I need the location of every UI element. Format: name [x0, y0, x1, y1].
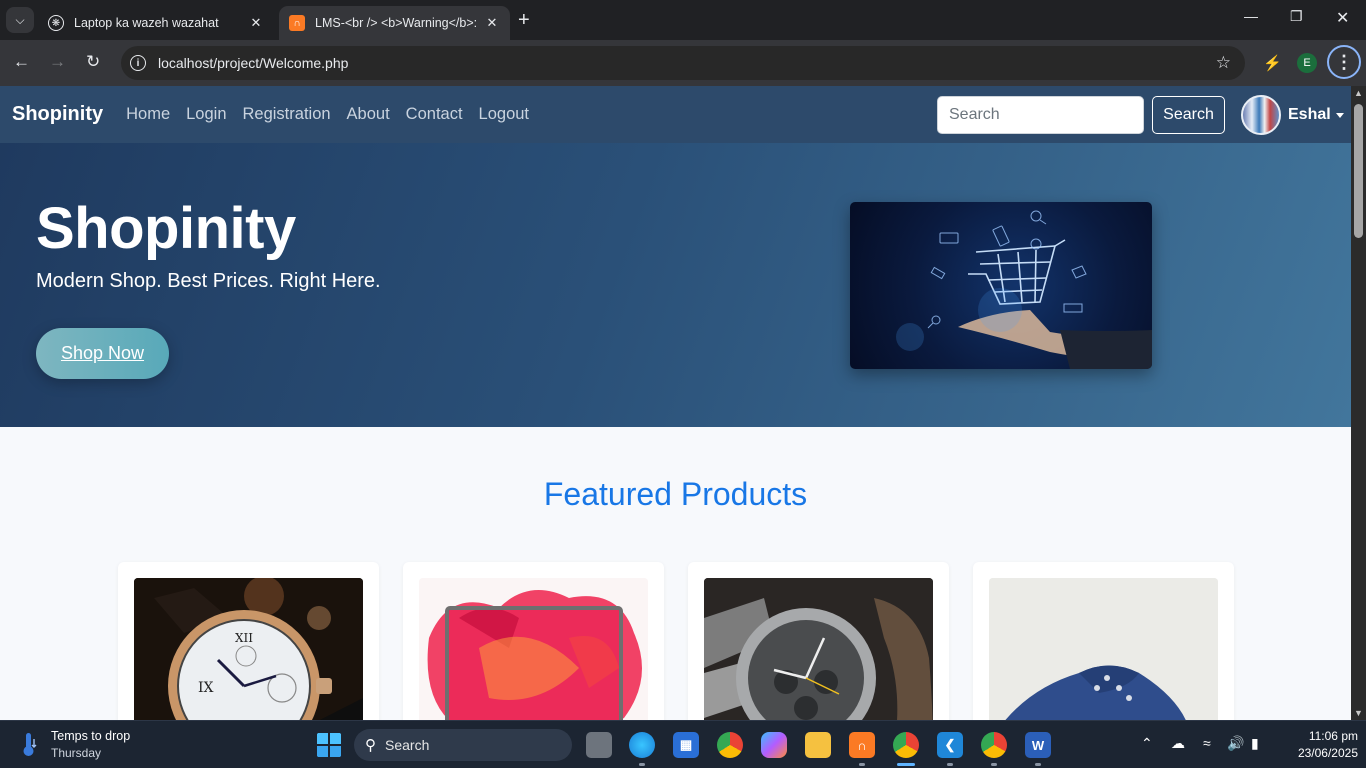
- xampp-favicon-icon: ∩: [289, 15, 305, 31]
- word-icon[interactable]: W: [1025, 732, 1051, 758]
- windows-taskbar: Temps to drop Thursday ⚲ Search ▦ ∩ ❮ W …: [0, 720, 1366, 768]
- nav-link-logout[interactable]: Logout: [479, 105, 529, 124]
- task-view-icon[interactable]: [586, 732, 612, 758]
- running-indicator: [639, 763, 645, 766]
- product-card[interactable]: [973, 562, 1234, 720]
- user-menu[interactable]: Eshal: [1241, 95, 1344, 135]
- taskbar-time[interactable]: 11:06 pm: [1288, 729, 1358, 743]
- taskbar-date[interactable]: 23/06/2025: [1280, 746, 1358, 760]
- featured-products-heading: Featured Products: [543, 476, 808, 512]
- url-text[interactable]: localhost/project/Welcome.php: [158, 55, 1216, 71]
- running-indicator: [991, 763, 997, 766]
- username[interactable]: Eshal: [1288, 106, 1331, 124]
- close-icon[interactable]: ✕: [248, 15, 264, 31]
- browser-toolbar: ← → ↻ i localhost/project/Welcome.php ☆ …: [0, 40, 1366, 86]
- tab-search-button[interactable]: ⌵: [6, 7, 34, 33]
- active-indicator: [897, 763, 915, 766]
- product-image-laptop[interactable]: [419, 578, 648, 720]
- caret-down-icon[interactable]: [1335, 112, 1344, 118]
- bookmark-star-icon[interactable]: ☆: [1216, 53, 1231, 73]
- product-image-blue-sneaker[interactable]: [989, 578, 1218, 720]
- close-icon[interactable]: ✕: [484, 15, 500, 31]
- nav-link-registration[interactable]: Registration: [243, 105, 331, 124]
- nav-link-home[interactable]: Home: [126, 105, 170, 124]
- xampp-icon[interactable]: ∩: [849, 732, 875, 758]
- chrome-secondary-icon[interactable]: [981, 732, 1007, 758]
- wifi-icon[interactable]: ≈: [1203, 735, 1211, 751]
- volume-icon[interactable]: 🔊: [1227, 735, 1244, 752]
- performance-icon[interactable]: ⚡: [1263, 54, 1282, 72]
- user-avatar[interactable]: [1241, 95, 1281, 135]
- forward-arrow-icon[interactable]: →: [49, 52, 66, 72]
- site-info-icon[interactable]: i: [130, 55, 146, 71]
- product-card[interactable]: [688, 562, 949, 720]
- chevron-down-icon: ⌵: [15, 12, 25, 27]
- scroll-up-icon[interactable]: ▲: [1354, 88, 1363, 98]
- hero-subtitle: Modern Shop. Best Prices. Right Here.: [36, 270, 381, 292]
- site-navbar: Shopinity Home Login Registration About …: [0, 86, 1351, 143]
- chatgpt-favicon-icon: ❋: [48, 15, 64, 31]
- taskbar-search[interactable]: ⚲ Search: [354, 729, 572, 761]
- minimize-icon[interactable]: —: [1244, 8, 1258, 24]
- nav-link-about[interactable]: About: [347, 105, 390, 124]
- site-brand[interactable]: Shopinity: [12, 103, 103, 126]
- chrome-icon[interactable]: [717, 732, 743, 758]
- back-arrow-icon[interactable]: ←: [13, 52, 30, 72]
- browser-menu-icon[interactable]: ⋮: [1327, 45, 1361, 79]
- page-scrollbar[interactable]: ▲ ▼: [1351, 86, 1366, 720]
- site-search-button[interactable]: Search: [1152, 96, 1225, 134]
- product-card[interactable]: [403, 562, 664, 720]
- site-search-input[interactable]: [937, 96, 1144, 134]
- restore-icon[interactable]: ❐: [1290, 8, 1303, 25]
- running-indicator: [947, 763, 953, 766]
- thermometer-icon[interactable]: [20, 731, 38, 757]
- windows-start-icon[interactable]: [316, 732, 342, 758]
- product-image-gold-watch[interactable]: IX XII: [134, 578, 363, 720]
- weather-headline[interactable]: Temps to drop: [51, 729, 130, 743]
- search-icon: ⚲: [365, 737, 376, 754]
- shop-now-button[interactable]: Shop Now: [36, 328, 169, 379]
- tab-strip: ⌵ ❋ Laptop ka wazeh wazahat ✕ ∩ LMS-<br …: [0, 0, 1366, 40]
- vscode-icon[interactable]: ❮: [937, 732, 963, 758]
- window-close-icon[interactable]: ✕: [1336, 8, 1349, 28]
- reload-icon[interactable]: ↻: [86, 52, 100, 72]
- scroll-down-icon[interactable]: ▼: [1354, 708, 1363, 718]
- svg-text:IX: IX: [198, 680, 214, 696]
- browser-tab-lms[interactable]: ∩ LMS-<br /> <b>Warning</b>: ✕: [279, 6, 510, 40]
- page-viewport: Shopinity Home Login Registration About …: [0, 86, 1351, 720]
- tab-title: Laptop ka wazeh wazahat: [74, 16, 219, 30]
- file-explorer-icon[interactable]: [805, 732, 831, 758]
- weather-day[interactable]: Thursday: [51, 746, 101, 760]
- running-indicator: [1035, 763, 1041, 766]
- running-indicator: [859, 763, 865, 766]
- product-card[interactable]: IX XII: [118, 562, 379, 720]
- browser-tab-laptop[interactable]: ❋ Laptop ka wazeh wazahat ✕: [38, 6, 274, 40]
- battery-icon[interactable]: ▮: [1251, 735, 1259, 752]
- scrollbar-thumb[interactable]: [1354, 104, 1363, 238]
- copilot-icon[interactable]: [761, 732, 787, 758]
- address-bar[interactable]: i localhost/project/Welcome.php ☆: [121, 46, 1245, 80]
- taskbar-search-label: Search: [385, 737, 430, 753]
- svg-text:XII: XII: [235, 631, 253, 645]
- microsoft-store-icon[interactable]: ▦: [673, 732, 699, 758]
- nav-link-contact[interactable]: Contact: [406, 105, 463, 124]
- edge-icon[interactable]: [629, 732, 655, 758]
- nav-link-login[interactable]: Login: [186, 105, 226, 124]
- hero-shopping-cart-image: [850, 202, 1152, 369]
- new-tab-icon[interactable]: +: [518, 10, 530, 30]
- onedrive-cloud-icon[interactable]: ☁: [1171, 735, 1185, 752]
- site-search-form: Search: [937, 96, 1225, 134]
- hero-title: Shopinity: [36, 196, 296, 261]
- tab-title: LMS-<br /> <b>Warning</b>:: [315, 16, 478, 30]
- chevron-up-icon[interactable]: ⌃: [1141, 735, 1153, 752]
- product-image-steel-watch[interactable]: [704, 578, 933, 720]
- hero-section: Shopinity Modern Shop. Best Prices. Righ…: [0, 143, 1351, 427]
- chrome-profile-icon[interactable]: [893, 732, 919, 758]
- profile-avatar[interactable]: E: [1297, 53, 1317, 73]
